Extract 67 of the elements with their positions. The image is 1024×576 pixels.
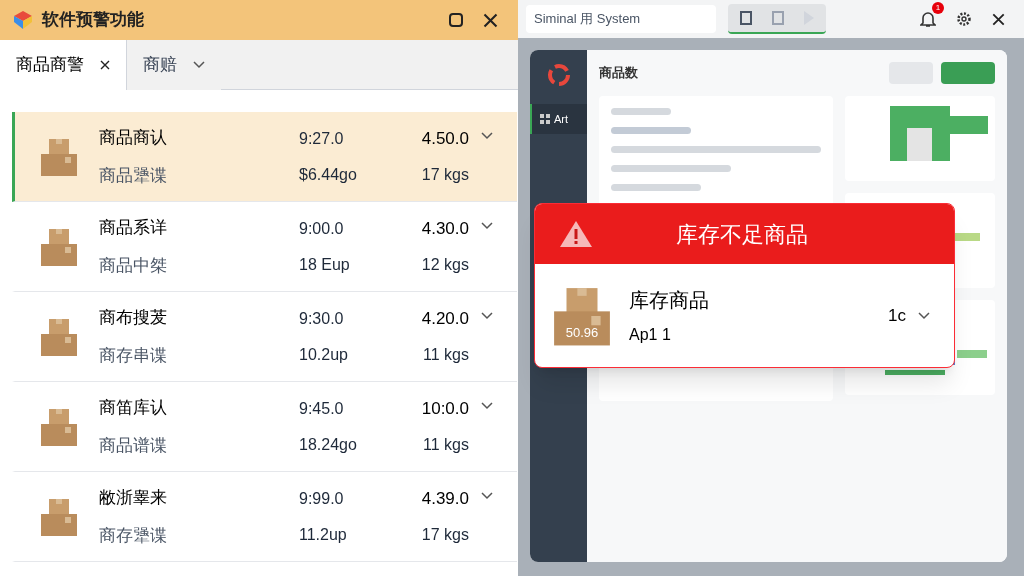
item-amount: $6.44go: [299, 164, 358, 185]
blurred-text: [611, 108, 671, 115]
item-time: 9:30.0: [299, 308, 345, 329]
item-amount: 18 Eup: [299, 254, 351, 275]
list-row[interactable]: 商品商认 商品犟谍 9:27.0 $6.44go 4.50.0 17 kgs: [12, 112, 517, 202]
item-detail: 商存串谍: [99, 344, 168, 367]
item-amount: 11.2up: [299, 524, 348, 545]
item-quantity: 1c: [888, 304, 906, 327]
close-icon[interactable]: [100, 60, 110, 70]
item-amount: 18.24go: [299, 434, 358, 455]
item-detail: 商品犟谍: [99, 164, 168, 187]
item-detail: 商品中桀: [99, 254, 168, 277]
nav-item[interactable]: Art: [530, 104, 587, 134]
item-detail: 商存犟谍: [99, 524, 168, 547]
alert-item[interactable]: 50.96 库存商品 Ap1 1 1c: [535, 264, 954, 367]
item-time: 9:99.0: [299, 488, 345, 509]
box-icon: [39, 316, 79, 357]
page-title: 商品数: [599, 64, 638, 83]
item-detail: 商品谱谍: [99, 434, 168, 457]
app-logo-icon: [12, 10, 34, 30]
window-title: 软件预警功能: [42, 9, 144, 32]
close-icon[interactable]: [992, 12, 1005, 26]
item-value: 4.20.0: [421, 307, 469, 330]
grid-icon: [540, 114, 550, 124]
item-value: 4.30.0: [421, 217, 469, 240]
item-name: 库存商品: [629, 287, 709, 313]
item-time: 9:27.0: [299, 128, 345, 149]
bell-icon[interactable]: [920, 10, 936, 28]
box-label: 50.96: [564, 324, 600, 342]
box-icon: [39, 226, 79, 267]
chevron-down-icon[interactable]: [481, 402, 493, 410]
item-value: 10:0.0: [421, 397, 469, 420]
notification-badge: 1: [932, 2, 944, 14]
settings-icon[interactable]: [956, 11, 972, 27]
item-weight: 17 kgs: [421, 165, 469, 186]
chevron-down-icon[interactable]: [918, 311, 930, 320]
chevron-down-icon[interactable]: [481, 312, 493, 320]
item-value: 4.50.0: [421, 127, 469, 150]
item-weight: 11 kgs: [423, 435, 469, 456]
item-weight: 11 kgs: [423, 345, 469, 366]
chevron-down-icon[interactable]: [481, 132, 493, 140]
item-time: 9:45.0: [299, 398, 345, 419]
item-name: 商品商认: [99, 127, 168, 149]
item-value: 4.39.0: [421, 487, 469, 510]
item-code: Ap1 1: [629, 324, 672, 345]
tab[interactable]: 商品商警: [0, 40, 127, 90]
chevron-down-icon[interactable]: [481, 492, 493, 500]
chevron-down-icon[interactable]: [481, 222, 493, 230]
item-time: 9:00.0: [299, 218, 345, 239]
layout-icon[interactable]: [740, 11, 752, 25]
logo-icon: [545, 62, 572, 88]
box-icon: [39, 136, 79, 177]
close-icon[interactable]: [483, 12, 498, 28]
item-amount: 10.2up: [299, 344, 349, 365]
item-name: 敝浙睾来: [99, 487, 168, 509]
title-field[interactable]: Siminal 用 System: [526, 5, 716, 33]
chevron-down-icon[interactable]: [193, 61, 205, 69]
item-weight: 17 kgs: [421, 525, 469, 546]
box-icon: [39, 406, 79, 447]
box-icon: [39, 496, 79, 537]
item-name: 商布搜茇: [99, 307, 168, 329]
item-name: 商笛库认: [99, 397, 168, 419]
item-name: 商品系详: [99, 217, 168, 239]
warning-icon: [559, 220, 593, 248]
maximize-icon[interactable]: [449, 13, 463, 27]
alert-title: 库存不足商品: [674, 220, 809, 249]
item-weight: 12 kgs: [421, 255, 469, 276]
